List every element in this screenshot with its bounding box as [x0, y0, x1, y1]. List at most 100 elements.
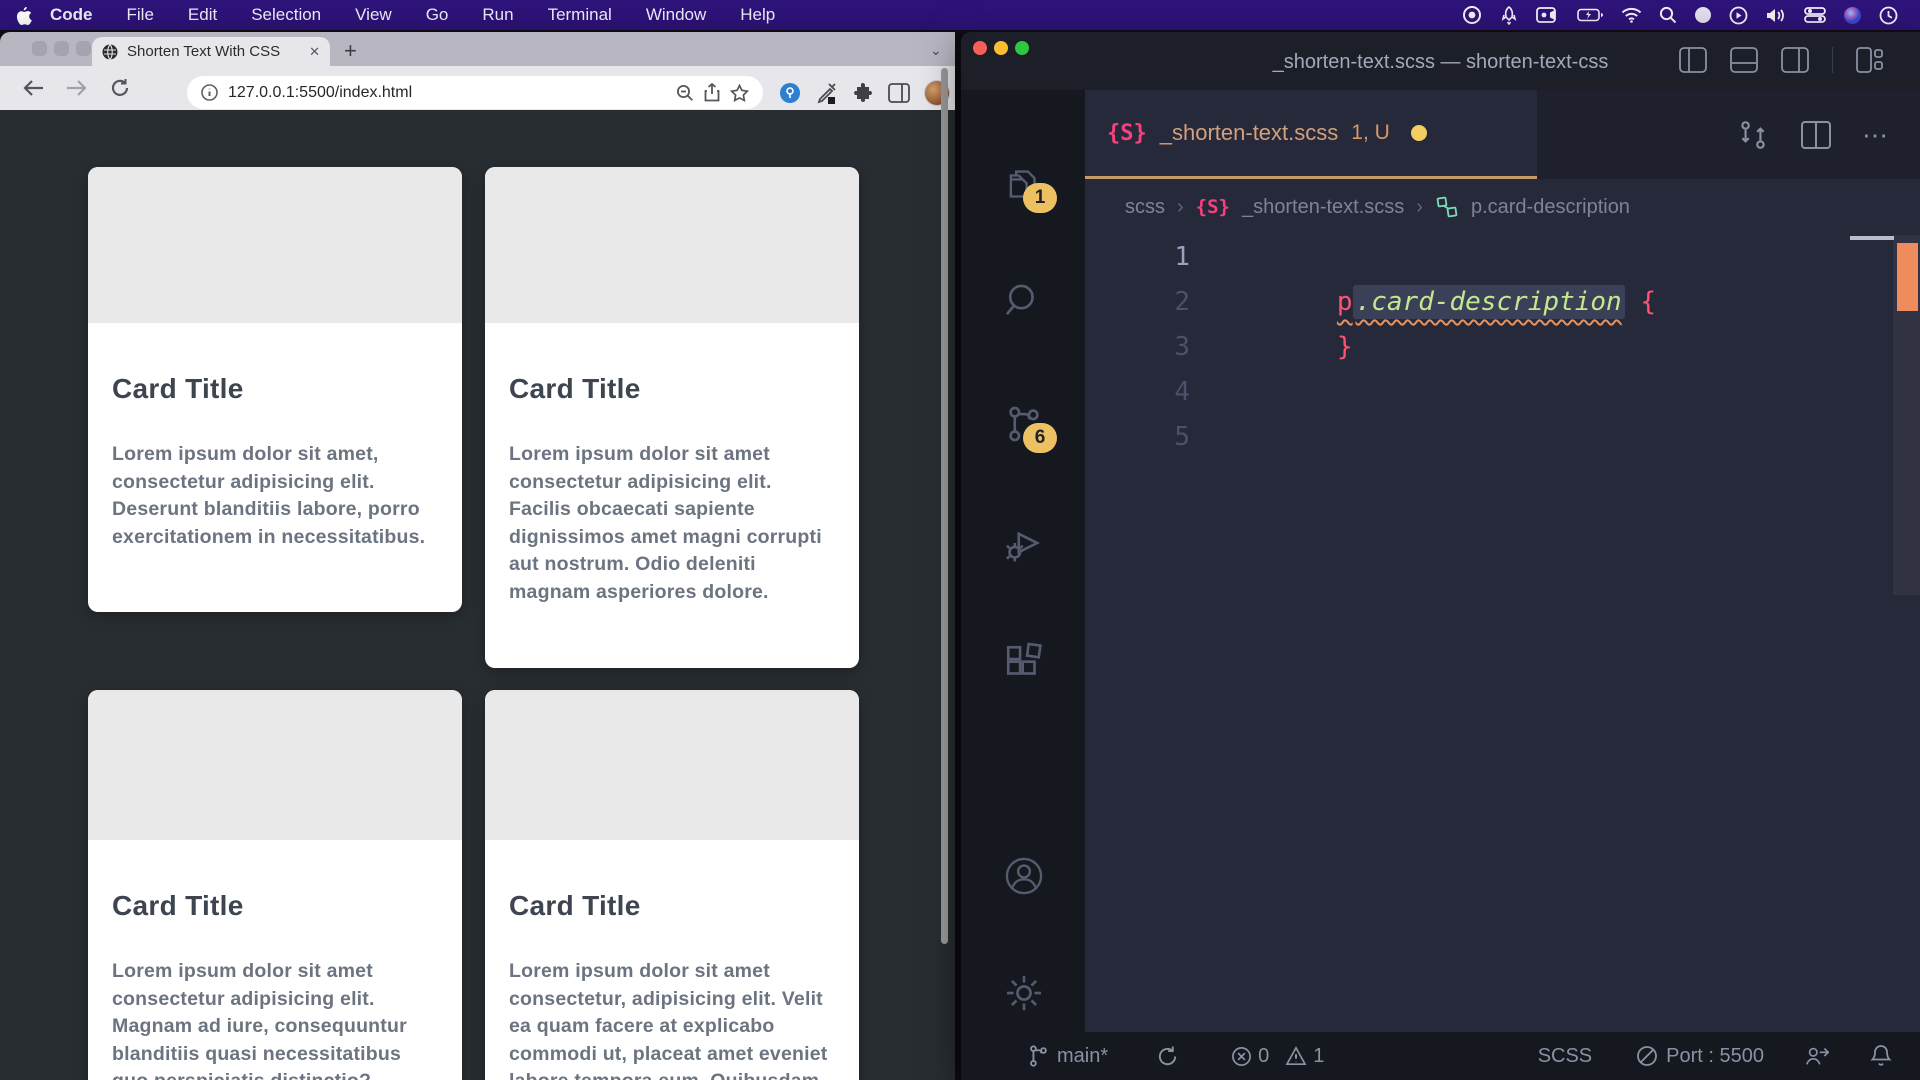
new-tab-button[interactable]: +: [344, 41, 357, 61]
menu-item-file[interactable]: File: [127, 5, 154, 25]
menu-item-help[interactable]: Help: [740, 5, 775, 25]
extensions-puzzle-icon[interactable]: [852, 82, 874, 104]
card-image-placeholder: [485, 690, 859, 840]
browser-window: Shorten Text With CSS ✕ + ⌄ 127.0.0.1:55…: [0, 32, 955, 1080]
zoom-page-icon[interactable]: [676, 84, 694, 102]
code-line-2[interactable]: }: [1243, 280, 1353, 325]
toggle-panel-icon[interactable]: [1730, 47, 1758, 73]
browser-tab[interactable]: Shorten Text With CSS ✕: [92, 37, 330, 66]
password-extension-icon[interactable]: [778, 81, 802, 105]
settings-gear-icon[interactable]: [1003, 972, 1045, 1014]
card: Card Title Lorem ipsum dolor sit amet co…: [485, 167, 859, 668]
url-text[interactable]: 127.0.0.1:5500/index.html: [228, 84, 666, 102]
tab-title: Shorten Text With CSS: [127, 43, 300, 60]
menu-items: Code File Edit Selection View Go Run Ter…: [50, 5, 775, 25]
menu-item-code[interactable]: Code: [50, 5, 93, 25]
card-description: Lorem ipsum dolor sit amet consectetur a…: [509, 441, 835, 606]
git-branch-item[interactable]: main*: [1027, 1044, 1108, 1068]
card-image-placeholder: [485, 167, 859, 323]
wifi-icon[interactable]: [1621, 7, 1642, 23]
line-number: 1: [1105, 235, 1190, 280]
siri-icon[interactable]: [1843, 6, 1862, 25]
split-editor-icon[interactable]: [1800, 120, 1832, 150]
close-window-button[interactable]: [32, 41, 47, 56]
port-label: Port : 5500: [1666, 1045, 1764, 1068]
run-debug-icon[interactable]: [1003, 522, 1045, 564]
close-brace: }: [1337, 332, 1353, 362]
feedback-icon[interactable]: [1804, 1044, 1830, 1068]
search-icon[interactable]: [1003, 280, 1045, 322]
menu-item-terminal[interactable]: Terminal: [548, 5, 612, 25]
menu-item-window[interactable]: Window: [646, 5, 706, 25]
tab-filename: _shorten-text.scss: [1160, 120, 1339, 146]
share-icon[interactable]: [704, 83, 720, 102]
editor-tab-bar: {S} _shorten-text.scss 1, U ⋯: [1085, 90, 1920, 179]
menu-item-selection[interactable]: Selection: [251, 5, 321, 25]
tab-search-chevron-icon[interactable]: ⌄: [930, 42, 942, 59]
live-server-port-item[interactable]: Port : 5500: [1636, 1045, 1764, 1068]
minimize-window-button[interactable]: [994, 41, 1008, 55]
menu-item-go[interactable]: Go: [426, 5, 449, 25]
card-description: Lorem ipsum dolor sit amet consectetur, …: [509, 958, 835, 1080]
close-tab-icon[interactable]: ✕: [309, 44, 320, 60]
volume-icon[interactable]: [1765, 7, 1787, 24]
apple-menu-icon[interactable]: [16, 6, 32, 25]
eyedropper-extension-icon[interactable]: [816, 81, 838, 105]
address-bar[interactable]: 127.0.0.1:5500/index.html: [187, 76, 763, 109]
problems-item[interactable]: 0 1: [1231, 1045, 1324, 1068]
breadcrumbs: scss › {S} _shorten-text.scss › p.card-d…: [1085, 179, 1920, 235]
warning-count: 1: [1313, 1045, 1324, 1068]
editor-tab[interactable]: {S} _shorten-text.scss 1, U: [1085, 90, 1537, 179]
site-info-icon[interactable]: [201, 84, 218, 101]
zoom-window-button[interactable]: [76, 41, 91, 56]
notifications-bell-icon[interactable]: [1870, 1044, 1892, 1068]
menu-item-edit[interactable]: Edit: [188, 5, 217, 25]
battery-icon[interactable]: [1577, 8, 1604, 22]
now-playing-icon[interactable]: [1729, 6, 1748, 25]
side-panel-icon[interactable]: [888, 83, 910, 103]
reload-icon[interactable]: [110, 78, 130, 98]
minimize-window-button[interactable]: [54, 41, 69, 56]
record-dot-icon[interactable]: [1462, 5, 1482, 25]
overview-ruler-warning-marker: [1897, 243, 1918, 311]
card-image-placeholder: [88, 690, 462, 840]
customize-layout-icon[interactable]: [1856, 47, 1884, 73]
browser-extension-icons: ⋮: [778, 76, 955, 109]
card-image-placeholder: [88, 167, 462, 323]
screen-record-icon[interactable]: [1536, 6, 1560, 24]
menu-item-view[interactable]: View: [355, 5, 392, 25]
breadcrumb-file[interactable]: _shorten-text.scss: [1242, 196, 1404, 219]
code-editor[interactable]: 1 2 3 4 5 p.card-description { }: [1085, 235, 1920, 1032]
error-count: 0: [1258, 1045, 1269, 1068]
spotlight-search-icon[interactable]: [1659, 6, 1677, 24]
control-center-icon[interactable]: [1804, 7, 1826, 23]
open-changes-icon[interactable]: [1736, 118, 1770, 152]
browser-tab-strip: Shorten Text With CSS ✕ + ⌄: [0, 32, 955, 66]
browser-scrollbar[interactable]: [941, 68, 948, 944]
bookmark-star-icon[interactable]: [730, 84, 749, 102]
sync-icon[interactable]: [1156, 1045, 1179, 1068]
toggle-secondary-sidebar-icon[interactable]: [1781, 47, 1809, 73]
breadcrumb-folder[interactable]: scss: [1125, 196, 1165, 219]
code-line-1[interactable]: p.card-description {: [1243, 235, 1656, 280]
clock-icon[interactable]: [1879, 6, 1898, 25]
focus-mode-icon[interactable]: [1694, 6, 1712, 24]
scss-file-icon: {S}: [1196, 196, 1230, 218]
explorer-badge: 1: [1023, 183, 1057, 213]
back-icon[interactable]: [22, 79, 44, 97]
card-description: Lorem ipsum dolor sit amet consectetur a…: [112, 958, 438, 1080]
layout-controls: [1679, 47, 1884, 73]
account-icon[interactable]: [1003, 855, 1045, 897]
toggle-sidebar-icon[interactable]: [1679, 47, 1707, 73]
language-mode-item[interactable]: SCSS: [1538, 1045, 1592, 1068]
card-description: Lorem ipsum dolor sit amet, consectetur …: [112, 441, 438, 551]
rocket-icon[interactable]: [1499, 5, 1519, 25]
breadcrumb-symbol[interactable]: p.card-description: [1471, 196, 1630, 219]
menu-item-run[interactable]: Run: [482, 5, 513, 25]
unsaved-dot-icon[interactable]: [1411, 125, 1427, 141]
zoom-window-button[interactable]: [1015, 41, 1029, 55]
more-actions-icon[interactable]: ⋯: [1862, 120, 1890, 151]
close-window-button[interactable]: [973, 41, 987, 55]
extensions-icon[interactable]: [1003, 642, 1045, 684]
forward-icon[interactable]: [66, 79, 88, 97]
